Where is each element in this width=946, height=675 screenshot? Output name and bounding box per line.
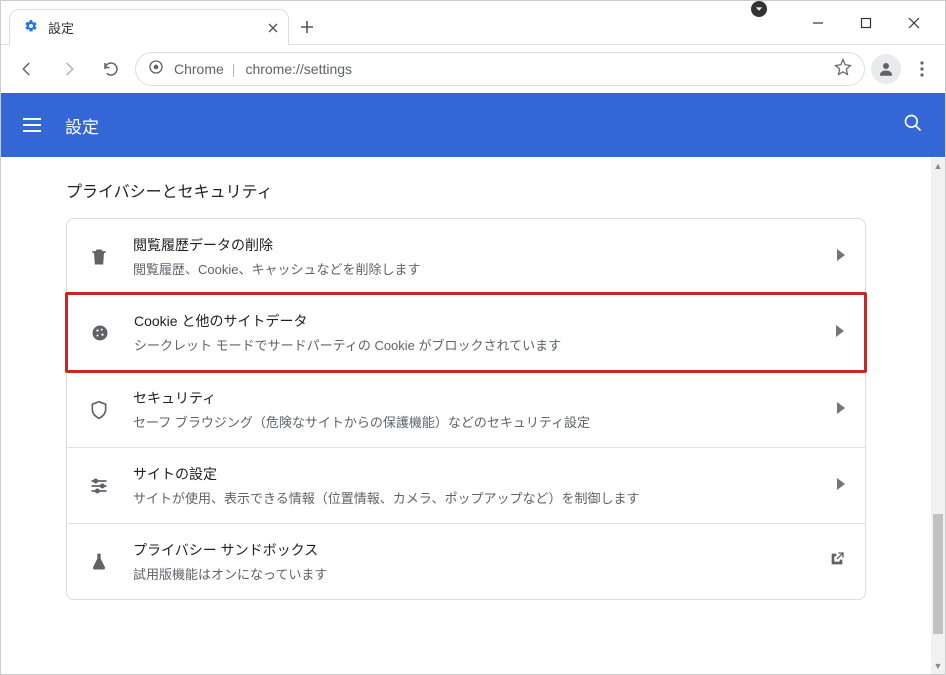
account-indicator-icon[interactable]	[751, 1, 767, 17]
scrollbar[interactable]: ▲ ▼	[931, 158, 945, 674]
sliders-icon	[87, 476, 111, 496]
settings-header: 設定	[1, 93, 945, 157]
chevron-right-icon	[837, 248, 845, 266]
flask-icon	[87, 552, 111, 572]
browser-menu-button[interactable]	[907, 51, 937, 87]
browser-tab[interactable]: 設定	[9, 9, 289, 45]
row-desc: 試用版機能はオンになっています	[133, 564, 807, 583]
row-title: サイトの設定	[133, 464, 815, 484]
url-scheme-label: Chrome|	[174, 61, 235, 77]
row-title: プライバシー サンドボックス	[133, 540, 807, 560]
reload-button[interactable]	[93, 51, 129, 87]
close-tab-button[interactable]	[268, 20, 278, 36]
scroll-down-icon[interactable]: ▼	[931, 658, 945, 674]
shield-icon	[87, 400, 111, 420]
settings-content: プライバシーとセキュリティ 閲覧履歴データの削除 閲覧履歴、Cookie、キャッ…	[1, 158, 931, 674]
window-titlebar: 設定	[1, 1, 945, 45]
maximize-button[interactable]	[843, 7, 889, 39]
back-button[interactable]	[9, 51, 45, 87]
external-link-icon	[829, 551, 845, 572]
row-desc: 閲覧履歴、Cookie、キャッシュなどを削除します	[133, 259, 815, 278]
new-tab-button[interactable]	[289, 9, 325, 45]
profile-avatar[interactable]	[871, 54, 901, 84]
privacy-card: 閲覧履歴データの削除 閲覧履歴、Cookie、キャッシュなどを削除します Coo…	[66, 218, 866, 600]
row-desc: サイトが使用、表示できる情報（位置情報、カメラ、ポップアップなど）を制御します	[133, 488, 815, 507]
row-privacy-sandbox[interactable]: プライバシー サンドボックス 試用版機能はオンになっています	[67, 523, 865, 599]
close-window-button[interactable]	[891, 7, 937, 39]
row-title: 閲覧履歴データの削除	[133, 235, 815, 255]
row-desc: シークレット モードでサードパーティの Cookie がブロックされています	[134, 335, 814, 354]
forward-button[interactable]	[51, 51, 87, 87]
window-controls	[795, 1, 945, 45]
omnibox[interactable]: Chrome| chrome://settings	[135, 52, 865, 86]
chrome-scheme-icon	[148, 59, 164, 80]
chevron-right-icon	[836, 324, 844, 342]
row-security[interactable]: セキュリティ セーフ ブラウジング（危険なサイトからの保護機能）などのセキュリテ…	[67, 371, 865, 447]
chevron-right-icon	[837, 477, 845, 495]
row-site-settings[interactable]: サイトの設定 サイトが使用、表示できる情報（位置情報、カメラ、ポップアップなど）…	[67, 447, 865, 523]
scrollbar-thumb[interactable]	[933, 514, 943, 634]
row-clear-browsing-data[interactable]: 閲覧履歴データの削除 閲覧履歴、Cookie、キャッシュなどを削除します	[67, 219, 865, 294]
hamburger-menu-button[interactable]	[23, 118, 41, 132]
scroll-up-icon[interactable]: ▲	[931, 158, 945, 174]
gear-icon	[24, 19, 38, 37]
cookie-icon	[88, 323, 112, 343]
search-settings-button[interactable]	[903, 113, 923, 138]
tab-title: 設定	[48, 18, 258, 37]
row-title: セキュリティ	[133, 388, 815, 408]
minimize-button[interactable]	[795, 7, 841, 39]
section-title: プライバシーとセキュリティ	[66, 178, 866, 202]
page-title: 設定	[65, 113, 99, 138]
row-desc: セーフ ブラウジング（危険なサイトからの保護機能）などのセキュリティ設定	[133, 412, 815, 431]
row-title: Cookie と他のサイトデータ	[134, 311, 814, 331]
trash-icon	[87, 247, 111, 267]
chevron-right-icon	[837, 401, 845, 419]
bookmark-star-icon[interactable]	[834, 58, 852, 81]
address-bar: Chrome| chrome://settings	[1, 45, 945, 93]
url-text: chrome://settings	[245, 61, 352, 77]
row-cookies[interactable]: Cookie と他のサイトデータ シークレット モードでサードパーティの Coo…	[65, 292, 867, 373]
